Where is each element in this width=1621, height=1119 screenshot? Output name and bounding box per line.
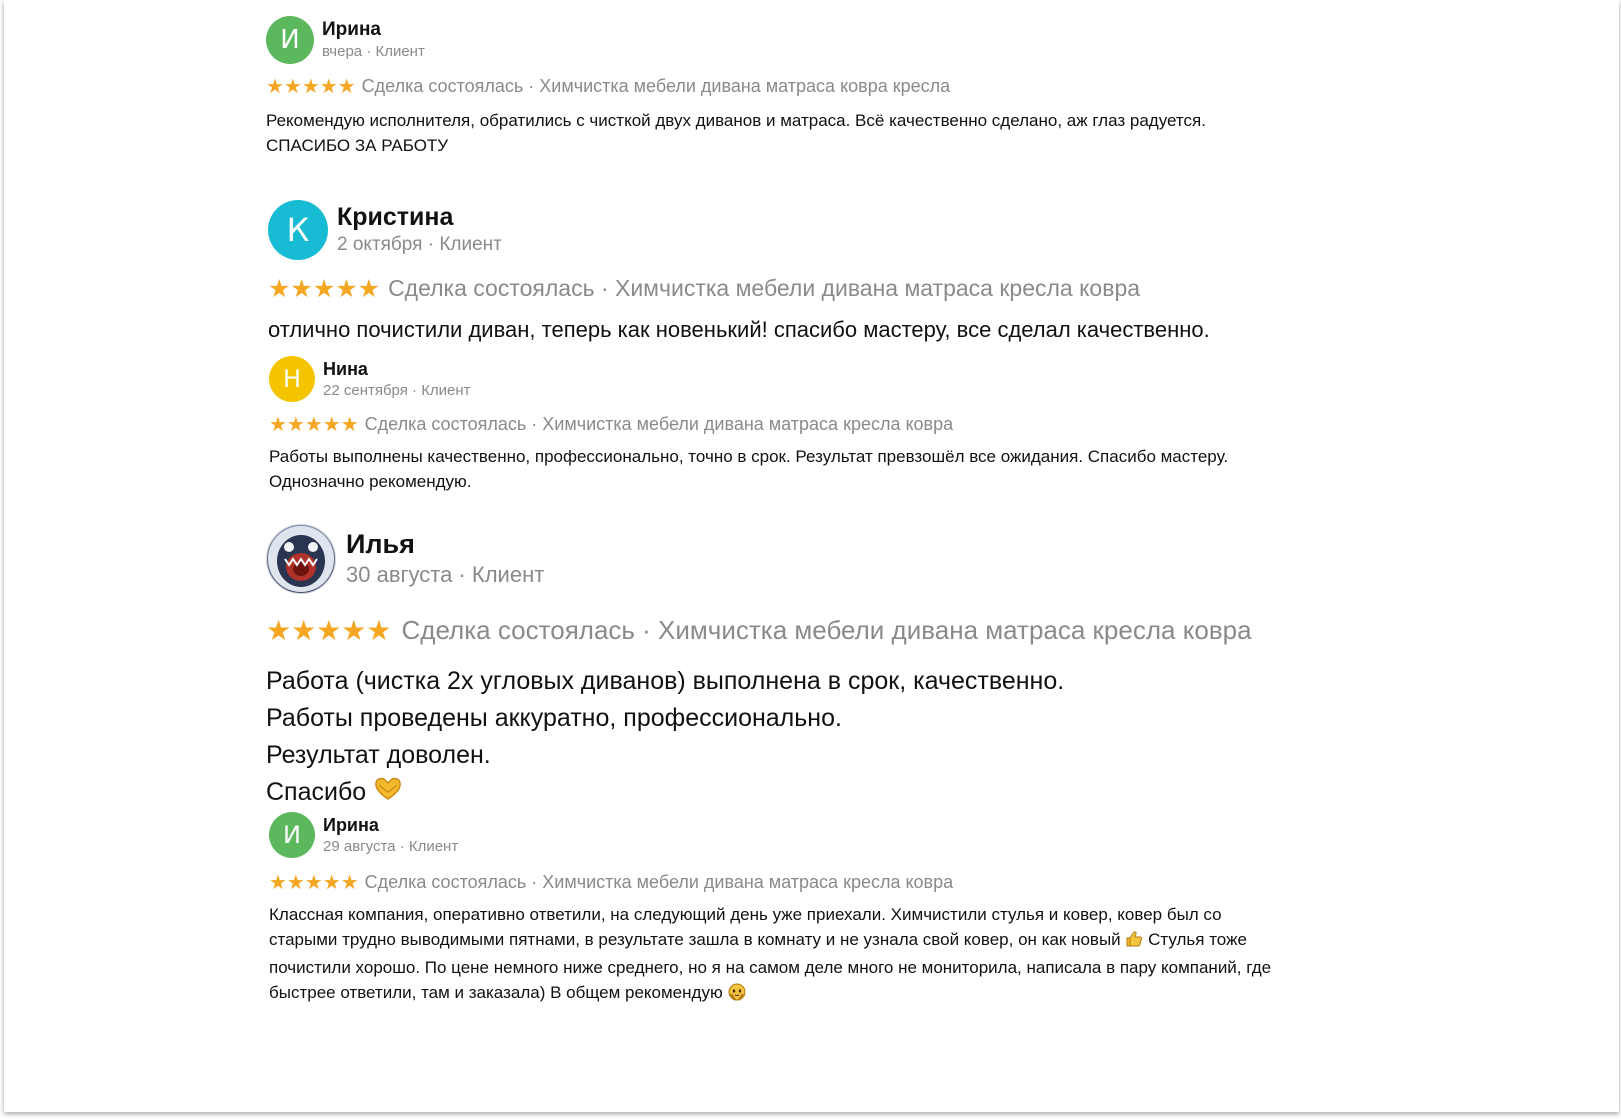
review-item: Илья 30 августа · Клиент ★★★★★ Сделка со… [266,524,1416,812]
review-text-part: Классная компания, оперативно ответили, … [269,905,1222,949]
review-item: И Ирина вчера · Клиент ★★★★★ Сделка сост… [266,16,1386,158]
review-text: Работа (чистка 2х угловых диванов) выпол… [266,663,1416,812]
review-meta: вчера · Клиент [322,43,425,60]
review-text: Работы выполнены качественно, профессион… [269,444,1389,494]
review-text-line: Рекомендую исполнителя, обратились с чис… [266,111,1206,130]
reviewer-info: Илья 30 августа · Клиент [346,528,544,590]
avatar[interactable]: И [269,812,315,858]
reviewer-info: Нина 22 сентября · Клиент [323,358,471,401]
star-rating-icon: ★★★★★ [266,614,392,647]
star-rating-icon: ★★★★★ [268,274,381,303]
reviewer-info: Ирина вчера · Клиент [322,18,425,62]
review-meta: 30 августа · Клиент [346,562,545,587]
deal-info: Сделка состоялась · Химчистка мебели див… [401,615,1252,645]
avatar[interactable]: И [266,16,314,64]
avatar[interactable]: Н [269,356,315,402]
review-text-line: Спасибо [266,774,1416,812]
review-text-paragraph: Классная компания, оперативно ответили, … [269,902,1279,1009]
rating-line: ★★★★★ Сделка состоялась · Химчистка мебе… [269,412,1389,436]
review-text: Рекомендую исполнителя, обратились с чис… [266,108,1386,158]
heart-hands-icon [373,775,403,812]
review-text-thanks: Спасибо [266,778,367,806]
deal-info: Сделка состоялась · Химчистка мебели див… [364,871,954,892]
review-text-line: Работы проведены аккуратно, профессионал… [266,704,842,732]
review-item: К Кристина 2 октября · Клиент ★★★★★ Сдел… [268,200,1418,345]
deal-info: Сделка состоялась · Химчистка мебели див… [361,75,951,96]
deal-info: Сделка состоялась · Химчистка мебели див… [364,413,954,434]
reviewer-name[interactable]: Илья [346,528,544,560]
reviewer-info: Ирина 29 августа · Клиент [323,814,458,857]
review-header: К Кристина 2 октября · Клиент [268,200,1418,260]
avatar[interactable]: К [268,200,328,260]
review-meta: 29 августа · Клиент [323,837,459,855]
review-text-line: Работа (чистка 2х угловых диванов) выпол… [266,667,1065,695]
reviewer-name[interactable]: Ирина [322,18,425,42]
review-text-line: Однозначно рекомендую. [269,472,472,491]
rating-line: ★★★★★ Сделка состоялась · Химчистка мебе… [269,870,1399,894]
deal-info: Сделка состоялась · Химчистка мебели див… [388,275,1141,301]
avatar-image [268,526,334,592]
review-meta: 2 октября · Клиент [337,234,502,255]
review-header: И Ирина 29 августа · Клиент [269,812,1399,858]
reviewer-name[interactable]: Нина [323,358,471,381]
review-header: Н Нина 22 сентября · Клиент [269,356,1389,402]
reviewer-info: Кристина 2 октября · Клиент [337,202,502,258]
avatar-photo[interactable] [266,524,336,594]
reviewer-name[interactable]: Ирина [323,814,458,837]
grateful-face-icon [727,982,747,1009]
review-item: Н Нина 22 сентября · Клиент ★★★★★ Сделка… [269,356,1389,494]
review-header: Илья 30 августа · Клиент [266,524,1416,594]
rating-line: ★★★★★ Сделка состоялась · Химчистка мебе… [266,74,1386,98]
review-header: И Ирина вчера · Клиент [266,16,1386,64]
review-item: И Ирина 29 августа · Клиент ★★★★★ Сделка… [269,812,1399,1009]
review-text-line: Работы выполнены качественно, профессион… [269,447,1229,466]
review-meta: 22 сентября · Клиент [323,381,471,399]
review-text: отлично почистили диван, теперь как нове… [268,315,1418,345]
reviewer-name[interactable]: Кристина [337,202,502,232]
review-text: Классная компания, оперативно ответили, … [269,902,1279,1009]
star-rating-icon: ★★★★★ [269,870,359,894]
rating-line: ★★★★★ Сделка состоялась · Химчистка мебе… [268,274,1418,303]
reviews-card: И Ирина вчера · Клиент ★★★★★ Сделка сост… [4,0,1619,1112]
review-text-line: отлично почистили диван, теперь как нове… [268,317,1210,342]
review-text-line: СПАСИБО ЗА РАБОТУ [266,136,449,155]
thumbs-up-icon [1125,930,1143,955]
star-rating-icon: ★★★★★ [269,412,359,436]
review-text-line: Результат доволен. [266,741,491,769]
rating-line: ★★★★★ Сделка состоялась · Химчистка мебе… [266,614,1416,647]
star-rating-icon: ★★★★★ [266,74,356,98]
